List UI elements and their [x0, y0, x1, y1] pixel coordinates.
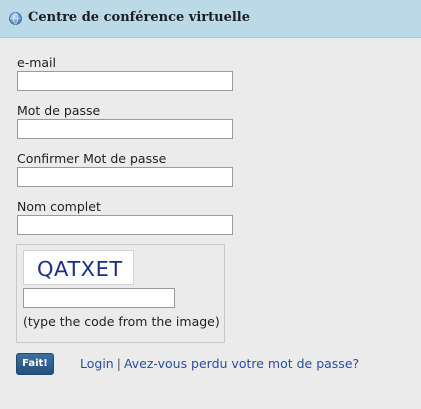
- submit-button[interactable]: Fait!: [16, 353, 54, 375]
- password-label: Mot de passe: [17, 103, 101, 118]
- forgot-password-link[interactable]: Avez-vous perdu votre mot de passe?: [124, 356, 359, 371]
- login-link[interactable]: Login: [80, 356, 114, 371]
- captcha-input[interactable]: [23, 288, 175, 308]
- captcha-image: QATXET: [23, 250, 134, 285]
- email-field[interactable]: [17, 71, 233, 91]
- email-label: e-mail: [17, 55, 56, 70]
- page-title: Centre de conférence virtuelle: [28, 10, 251, 25]
- page-header: Centre de conférence virtuelle: [0, 0, 421, 38]
- full-name-field[interactable]: [17, 215, 233, 235]
- password-field[interactable]: [17, 119, 233, 139]
- footer-links: Login | Avez-vous perdu votre mot de passe…: [80, 356, 359, 371]
- confirm-password-field[interactable]: [17, 167, 233, 187]
- confirm-password-label: Confirmer Mot de passe: [17, 151, 167, 166]
- full-name-label: Nom complet: [17, 199, 101, 214]
- globe-icon: [9, 12, 22, 25]
- captcha-section: QATXET (type the code from the image): [16, 244, 225, 343]
- link-separator: |: [116, 356, 121, 371]
- captcha-hint: (type the code from the image): [23, 314, 220, 329]
- captcha-code: QATXET: [37, 257, 123, 281]
